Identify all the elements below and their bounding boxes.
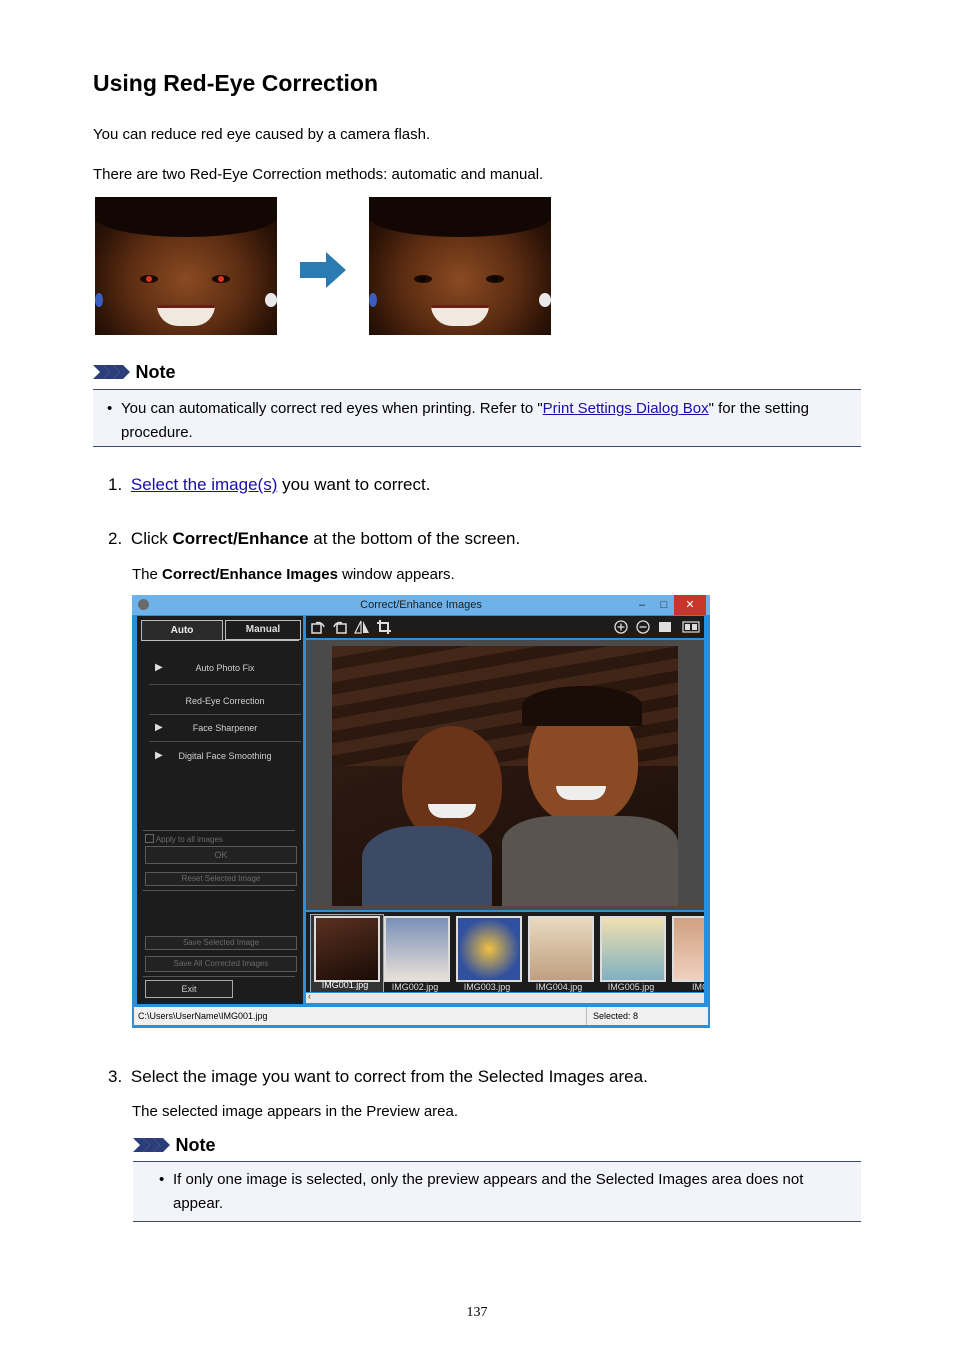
save-selected-image-button[interactable]: Save Selected Image <box>145 936 297 950</box>
thumbnail-img003[interactable] <box>456 916 522 982</box>
arrow-right-icon <box>300 252 346 288</box>
left-panel: Auto Manual ▶ Auto Photo Fix Red-Eye Cor… <box>137 616 303 1004</box>
play-icon: ▶ <box>155 662 163 673</box>
thumbnail-label: IMG005.jpg <box>607 982 655 992</box>
note-heading-2: Note <box>133 1135 215 1156</box>
intro-paragraph-1: You can reduce red eye caused by a camer… <box>93 126 431 143</box>
step-1: 1. Select the image(s) you want to corre… <box>108 475 431 494</box>
toolbar <box>306 616 704 638</box>
note-1-text: • You can automatically correct red eyes… <box>107 400 809 441</box>
note-heading-1: Note <box>93 362 175 383</box>
play-icon: ▶ <box>155 750 163 761</box>
crop-icon[interactable] <box>376 619 392 635</box>
step-3-sub: The selected image appears in the Previe… <box>132 1103 459 1120</box>
thumbnail-img002[interactable] <box>384 916 450 982</box>
page-title: Using Red-Eye Correction <box>93 70 378 96</box>
thumbnail-label: IMG002.jpg <box>391 982 439 992</box>
ok-button[interactable]: OK <box>145 846 297 864</box>
thumbnail-img006[interactable] <box>672 916 704 982</box>
select-images-link[interactable]: Select the image(s) <box>131 475 277 494</box>
window-titlebar: Correct/Enhance Images – □ ✕ <box>132 595 710 615</box>
red-eye-correction-item[interactable]: Red-Eye Correction <box>149 688 301 715</box>
thumbnail-label: IMG001.jpg <box>321 980 369 990</box>
step-3: 3. Select the image you want to correct … <box>108 1067 648 1086</box>
step-2: 2. Click Correct/Enhance at the bottom o… <box>108 529 521 548</box>
exit-button[interactable]: Exit <box>145 980 233 998</box>
note-chevrons-icon <box>133 1138 170 1152</box>
zoom-out-icon[interactable] <box>636 620 650 634</box>
correct-enhance-window: Correct/Enhance Images – □ ✕ Auto Manual… <box>132 595 710 1028</box>
thumbnail-label: IMG0 <box>691 982 704 992</box>
rotate-left-icon[interactable] <box>310 619 326 635</box>
note-chevrons-icon <box>93 365 130 379</box>
compare-icon[interactable] <box>682 620 700 634</box>
auto-photo-fix-item[interactable]: ▶ Auto Photo Fix <box>149 652 301 685</box>
thumbnails-scrollbar[interactable]: ‹ <box>306 991 704 1003</box>
before-photo <box>95 197 277 335</box>
note-box-2: • If only one image is selected, only th… <box>133 1161 861 1222</box>
page-number: 137 <box>466 1305 488 1320</box>
digital-face-smoothing-item[interactable]: ▶ Digital Face Smoothing <box>149 743 301 769</box>
apply-all-checkbox[interactable]: Apply to all images <box>145 834 223 844</box>
file-path: C:\Users\UserName\IMG001.jpg <box>138 1011 268 1021</box>
tab-auto[interactable]: Auto <box>141 620 223 641</box>
print-settings-link[interactable]: Print Settings Dialog Box <box>543 400 709 417</box>
save-all-corrected-button[interactable]: Save All Corrected Images <box>145 956 297 972</box>
thumbnail-img001[interactable] <box>314 916 380 982</box>
intro-paragraph-2: There are two Red-Eye Correction methods… <box>93 166 544 183</box>
tab-manual[interactable]: Manual <box>225 620 301 640</box>
full-screen-icon[interactable] <box>658 620 672 634</box>
status-bar: C:\Users\UserName\IMG001.jpg Selected: 8 <box>134 1007 708 1025</box>
minimize-button[interactable]: – <box>632 595 652 615</box>
play-icon: ▶ <box>155 722 163 733</box>
preview-area <box>306 640 704 910</box>
after-photo <box>369 197 551 335</box>
face-sharpener-item[interactable]: ▶ Face Sharpener <box>149 715 301 742</box>
step-2-sub: The Correct/Enhance Images window appear… <box>132 566 455 583</box>
thumbnail-label: IMG004.jpg <box>535 982 583 992</box>
app-logo-icon <box>138 599 149 610</box>
scroll-left-icon[interactable]: ‹ <box>308 991 311 1001</box>
thumbnail-label: IMG003.jpg <box>463 982 511 992</box>
reset-selected-image-button[interactable]: Reset Selected Image <box>145 872 297 886</box>
zoom-in-icon[interactable] <box>614 620 628 634</box>
note-box-1: • You can automatically correct red eyes… <box>93 389 861 447</box>
maximize-button[interactable]: □ <box>654 595 674 615</box>
selected-images-area: IMG001.jpg IMG002.jpg IMG003.jpg IMG004.… <box>306 912 704 992</box>
note-2-text: • If only one image is selected, only th… <box>159 1171 804 1212</box>
thumbnail-img004[interactable] <box>528 916 594 982</box>
selected-count: Selected: 8 <box>586 1007 638 1025</box>
close-button[interactable]: ✕ <box>674 595 706 615</box>
thumbnail-img005[interactable] <box>600 916 666 982</box>
rotate-right-icon[interactable] <box>332 619 348 635</box>
preview-image <box>332 646 678 906</box>
flip-icon[interactable] <box>354 619 370 635</box>
